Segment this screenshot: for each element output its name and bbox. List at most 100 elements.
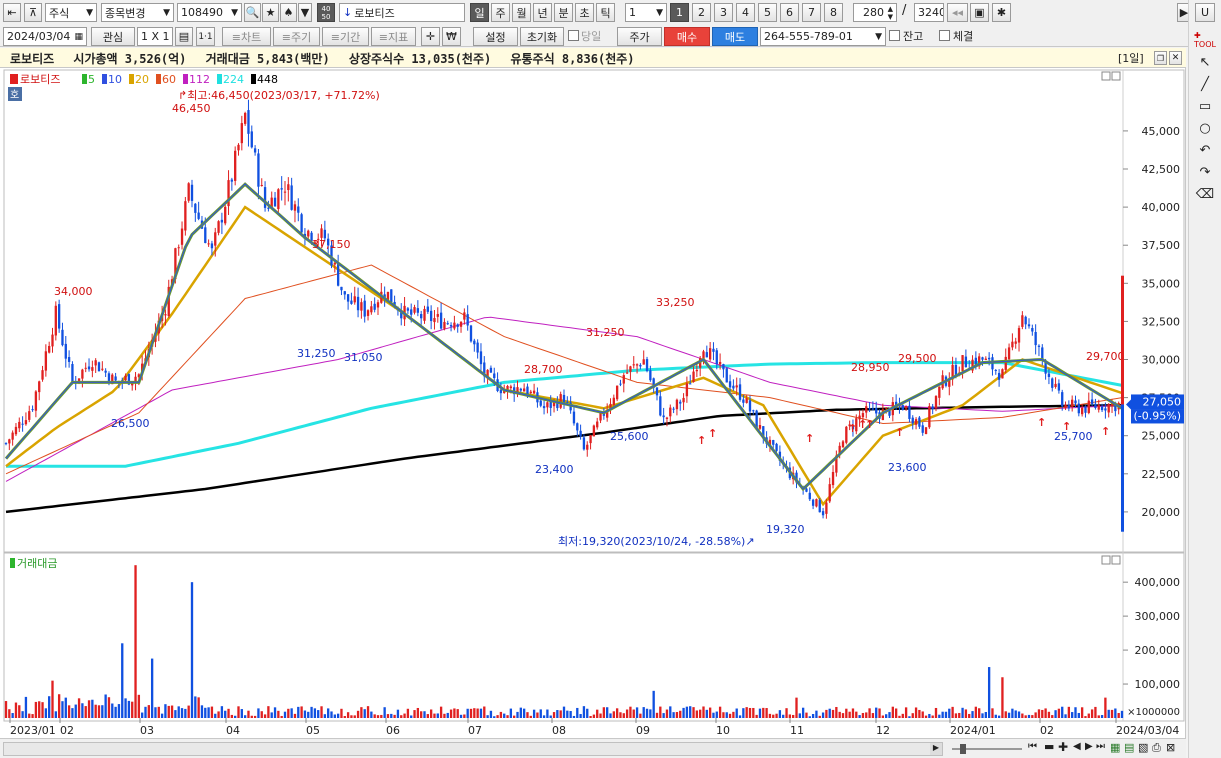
tool-icon[interactable]: ✚ TOOL bbox=[1194, 30, 1216, 50]
zoom-minus-icon[interactable]: ▬ bbox=[1044, 740, 1054, 753]
redo-icon[interactable]: ↷ bbox=[1195, 162, 1215, 182]
grid-input[interactable]: 1 X 1 bbox=[137, 27, 173, 46]
period-button-5[interactable]: 초 bbox=[575, 3, 594, 22]
sell-button[interactable]: 매도 bbox=[712, 27, 758, 46]
candle bbox=[868, 408, 871, 410]
crosshair-icon[interactable]: ✛ bbox=[421, 27, 440, 46]
price-button[interactable]: 주가 bbox=[617, 27, 662, 46]
calendar-icon[interactable]: ▦ bbox=[74, 32, 83, 42]
end-icon[interactable]: ⏭ bbox=[1096, 741, 1105, 752]
search-icon[interactable]: 🔍 bbox=[244, 3, 261, 22]
chart-button[interactable]: ≡차트 bbox=[222, 27, 271, 46]
cursor-icon[interactable]: ↖ bbox=[1195, 52, 1215, 72]
zoom-slider[interactable] bbox=[952, 743, 1022, 755]
chart-area[interactable]: 45,000 42,500 40,000 37,500 35,000 32,500 30,0… bbox=[0, 68, 1186, 738]
period-button-0[interactable]: 일 bbox=[470, 3, 489, 22]
one-by-one-button[interactable]: 1·1 bbox=[196, 27, 215, 46]
fit-icon[interactable]: ⊠ bbox=[1166, 741, 1175, 754]
table-icon[interactable]: ▤ bbox=[175, 27, 193, 46]
candle bbox=[1037, 345, 1041, 347]
page-button-1[interactable]: 1 bbox=[670, 3, 689, 22]
volume-bar bbox=[343, 716, 346, 718]
zoom-plus-icon[interactable]: ✚ bbox=[1058, 740, 1068, 754]
collapse-icon[interactable]: ⇤ bbox=[3, 3, 21, 22]
cycle-button[interactable]: ≡주기 bbox=[273, 27, 320, 46]
balance-checkbox[interactable] bbox=[889, 30, 900, 41]
candle bbox=[994, 370, 997, 372]
volume-bar bbox=[529, 715, 532, 718]
executed-checkbox[interactable] bbox=[939, 30, 950, 41]
page-button-5[interactable]: 5 bbox=[758, 3, 777, 22]
account-select[interactable]: 264-555-789-01 ▼ bbox=[760, 27, 886, 46]
page-button-4[interactable]: 4 bbox=[736, 3, 755, 22]
page-button-7[interactable]: 7 bbox=[802, 3, 821, 22]
volume-bar bbox=[948, 708, 951, 718]
close-icon[interactable]: ✕ bbox=[1169, 51, 1182, 65]
setting-button[interactable]: 설정 bbox=[473, 27, 518, 46]
period-button[interactable]: ≡기간 bbox=[322, 27, 369, 46]
change-item-label: 종목변경 bbox=[105, 6, 146, 20]
period-button-6[interactable]: 틱 bbox=[596, 3, 615, 22]
count-input[interactable]: 280 ▲ ▼ bbox=[853, 3, 897, 22]
eraser-icon[interactable]: ⌫ bbox=[1195, 184, 1215, 204]
star-icon[interactable]: ★ bbox=[262, 3, 279, 22]
gear-icon[interactable]: ✱ bbox=[992, 3, 1011, 22]
market-select[interactable]: 주식 ▼ bbox=[45, 3, 97, 22]
arrow-down-icon[interactable]: ▼ bbox=[298, 3, 312, 22]
page-button-3[interactable]: 3 bbox=[714, 3, 733, 22]
pin-icon[interactable]: ⊼ bbox=[24, 3, 42, 22]
restore-icon[interactable]: ❐ bbox=[1154, 51, 1167, 65]
period-button-3[interactable]: 년 bbox=[533, 3, 552, 22]
zoom-out-icon[interactable]: ⏮ bbox=[1028, 741, 1037, 752]
scrollbar-track[interactable]: ▶ bbox=[3, 742, 943, 756]
volume-bar bbox=[400, 715, 403, 718]
volume-bar bbox=[635, 707, 639, 718]
save-icon[interactable]: ▣ bbox=[970, 3, 989, 22]
u-button[interactable]: U bbox=[1195, 3, 1215, 22]
page-button-2[interactable]: 2 bbox=[692, 3, 711, 22]
spade-icon[interactable]: ♠ bbox=[280, 3, 297, 22]
volume-bar bbox=[1051, 715, 1054, 718]
volume-bar bbox=[18, 705, 21, 718]
candle bbox=[592, 425, 596, 437]
volume-bar bbox=[1024, 715, 1027, 718]
indicator-button[interactable]: ≡지표 bbox=[371, 27, 416, 46]
today-checkbox[interactable] bbox=[568, 30, 579, 41]
line-icon[interactable]: ╱ bbox=[1195, 74, 1215, 94]
candle bbox=[705, 352, 708, 358]
scroll-right-icon[interactable]: ▶ bbox=[930, 743, 942, 755]
circle-icon[interactable]: ○ bbox=[1195, 118, 1215, 138]
spinner-icon[interactable]: ▲ ▼ bbox=[888, 5, 893, 21]
candle bbox=[1034, 331, 1037, 346]
print-icon[interactable]: ⎙ bbox=[1152, 741, 1161, 755]
date-input[interactable]: 2024/03/04 ▦ bbox=[3, 27, 87, 46]
image-icon[interactable]: ▧ bbox=[1138, 741, 1148, 754]
prev-page-icon[interactable]: ◀ bbox=[1073, 741, 1081, 752]
page-button-6[interactable]: 6 bbox=[780, 3, 799, 22]
level-icon[interactable]: 40 50 bbox=[317, 3, 335, 22]
volume-bar bbox=[114, 706, 117, 718]
period-button-4[interactable]: 분 bbox=[554, 3, 573, 22]
period-button-1[interactable]: 주 bbox=[491, 3, 510, 22]
won-icon[interactable]: ₩ bbox=[442, 27, 461, 46]
export-icon[interactable]: ▤ bbox=[1124, 741, 1134, 754]
reset-button[interactable]: 초기화 bbox=[520, 27, 564, 46]
volume-bar bbox=[1114, 708, 1117, 718]
change-item-select[interactable]: 종목변경 ▼ bbox=[101, 3, 174, 22]
candle bbox=[625, 372, 629, 374]
page-button-8[interactable]: 8 bbox=[824, 3, 843, 22]
date-value: 2024/03/04 bbox=[7, 30, 71, 43]
rectangle-icon[interactable]: ▭ bbox=[1195, 96, 1215, 116]
candle bbox=[685, 383, 689, 397]
stock-code-input[interactable]: 108490 ▼ bbox=[177, 3, 242, 22]
interval-input[interactable]: 1 ▼ bbox=[625, 3, 667, 22]
undo-icon[interactable]: ↶ bbox=[1195, 140, 1215, 160]
next-page-icon[interactable]: ▶ bbox=[1085, 741, 1093, 752]
chart-svg[interactable]: 45,000 42,500 40,000 37,500 35,000 32,500 30,0… bbox=[0, 68, 1186, 738]
period-button-2[interactable]: 월 bbox=[512, 3, 531, 22]
candle bbox=[263, 187, 267, 208]
price-point-label: 28,700 bbox=[524, 363, 563, 376]
excel-icon[interactable]: ▦ bbox=[1110, 741, 1120, 754]
buy-button[interactable]: 매수 bbox=[664, 27, 710, 46]
watch-button[interactable]: 관심 bbox=[91, 27, 135, 46]
